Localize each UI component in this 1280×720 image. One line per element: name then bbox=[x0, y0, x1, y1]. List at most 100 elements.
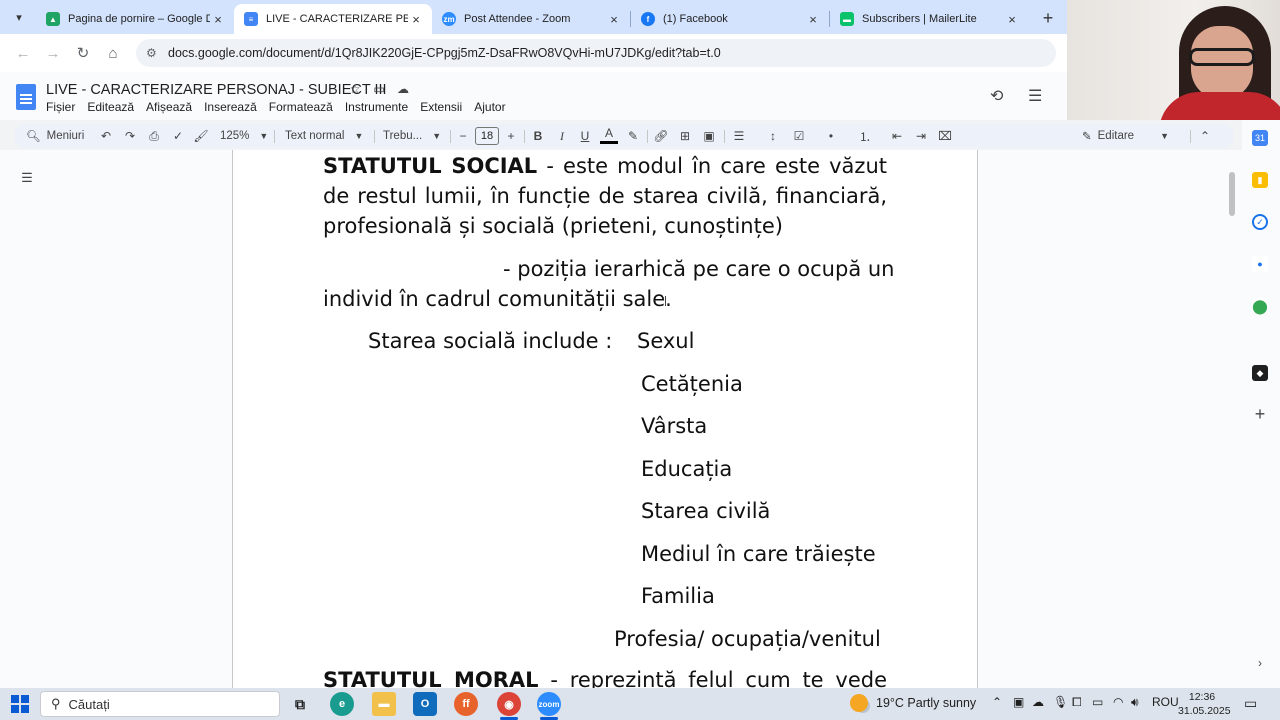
document-title[interactable]: LIVE - CARACTERIZARE PERSONAJ - SUBIECT … bbox=[46, 82, 387, 98]
taskbar-search-box[interactable]: ⚲ Căutați bbox=[40, 691, 280, 717]
battery-icon[interactable]: ▭ bbox=[1092, 695, 1103, 709]
tab-title: LIVE - CARACTERIZARE PERSON bbox=[266, 13, 408, 25]
clear-formatting-icon[interactable]: ⌧ bbox=[936, 124, 954, 148]
spellcheck-icon[interactable]: ✓ bbox=[169, 124, 187, 148]
reload-icon[interactable]: ↻ bbox=[68, 38, 98, 68]
paint-format-icon[interactable]: 🖌︎ bbox=[192, 124, 210, 148]
list-item: Profesia/ ocupația/venitul bbox=[614, 627, 881, 651]
star-icon[interactable]: ☆ bbox=[348, 82, 362, 96]
menu-format[interactable]: Formatează bbox=[269, 100, 333, 114]
comments-icon[interactable]: ☰ bbox=[1028, 86, 1042, 106]
tab-mailerlite[interactable]: ▬ Subscribers | MailerLite × bbox=[830, 4, 1028, 34]
align-icon[interactable]: ☰ bbox=[730, 124, 748, 148]
close-tab-icon[interactable]: × bbox=[805, 12, 821, 27]
increase-font-size-icon[interactable]: + bbox=[502, 124, 520, 148]
tab-google-drive[interactable]: ▲ Pagina de pornire – Google Dri × bbox=[36, 4, 234, 34]
screen-share-icon[interactable]: ⧠ bbox=[1072, 695, 1082, 710]
site-info-icon[interactable]: ⚙ bbox=[146, 46, 162, 60]
get-addons-icon[interactable]: + bbox=[1251, 404, 1269, 425]
paragraph-style-value: Text normal bbox=[285, 130, 345, 142]
notifications-icon[interactable]: ▭ bbox=[1244, 695, 1257, 712]
bulleted-list-icon[interactable]: • bbox=[822, 124, 840, 148]
home-icon[interactable]: ⌂ bbox=[98, 38, 128, 68]
google-docs-logo-icon[interactable] bbox=[16, 84, 36, 110]
menu-edit[interactable]: Editează bbox=[87, 100, 134, 114]
menu-extensions[interactable]: Extensii bbox=[420, 100, 462, 114]
show-side-panel-icon[interactable]: › bbox=[1251, 656, 1269, 670]
font-size-input[interactable]: 18 bbox=[475, 127, 499, 145]
close-tab-icon[interactable]: × bbox=[606, 12, 622, 27]
firefox-icon[interactable]: ff bbox=[454, 692, 478, 716]
tasks-icon[interactable]: ✓ bbox=[1252, 214, 1268, 230]
calendar-icon[interactable]: 31 bbox=[1252, 130, 1268, 146]
input-language[interactable]: ROU bbox=[1152, 695, 1179, 709]
onedrive-icon[interactable]: ☁ bbox=[1032, 695, 1044, 709]
file-explorer-icon[interactable]: ▬ bbox=[372, 692, 396, 716]
collapse-menus-icon[interactable]: ⌃ bbox=[1196, 124, 1214, 148]
decrease-font-size-icon[interactable]: − bbox=[454, 124, 472, 148]
menu-tools[interactable]: Instrumente bbox=[345, 100, 408, 114]
new-tab-button[interactable]: + bbox=[1034, 4, 1062, 32]
meet-icon[interactable]: ▣ bbox=[1013, 695, 1024, 709]
windows-start-icon[interactable] bbox=[11, 695, 29, 713]
menu-help[interactable]: Ajutor bbox=[474, 100, 505, 114]
close-tab-icon[interactable]: × bbox=[408, 12, 424, 27]
document-page[interactable]: STATUTUL SOCIAL - este modul în care est… bbox=[232, 150, 978, 688]
increase-indent-icon[interactable]: ⇥ bbox=[912, 124, 930, 148]
checklist-icon[interactable]: ☑ bbox=[790, 124, 808, 148]
zoom-app-icon[interactable]: zoom bbox=[537, 692, 561, 716]
menu-insert[interactable]: Inserează bbox=[204, 100, 257, 114]
editing-mode-select[interactable]: ✎ Editare ▼ bbox=[1082, 124, 1169, 148]
back-arrow-icon[interactable]: ← bbox=[8, 38, 38, 68]
italic-icon[interactable]: I bbox=[553, 124, 571, 148]
numbered-list-icon[interactable]: ⒈ bbox=[856, 124, 874, 148]
insert-image-icon[interactable]: ▣ bbox=[700, 124, 718, 148]
weather-widget[interactable]: 19°C Partly sunny bbox=[850, 694, 976, 712]
tab-facebook[interactable]: f (1) Facebook × bbox=[631, 4, 829, 34]
volume-icon[interactable]: 🔊︎ bbox=[1131, 695, 1139, 710]
menu-file[interactable]: Fișier bbox=[46, 100, 75, 114]
search-menus-button[interactable]: 🔍︎ Meniuri bbox=[26, 124, 84, 148]
wifi-icon[interactable]: ◠ bbox=[1113, 695, 1123, 709]
microphone-icon[interactable]: 🎙︎ bbox=[1053, 695, 1068, 709]
paragraph-style-select[interactable]: Text normal ▼ bbox=[285, 124, 363, 148]
zoom-select[interactable]: 125% ▼ bbox=[220, 124, 268, 148]
line-spacing-icon[interactable]: ↕ bbox=[764, 124, 782, 148]
tab-search-chevron-icon[interactable]: ▾ bbox=[8, 6, 30, 28]
cloud-status-icon[interactable]: ☁ bbox=[396, 82, 410, 96]
outline-icon[interactable]: ☰ bbox=[14, 167, 40, 189]
list-item: Familia bbox=[641, 584, 715, 608]
move-folder-icon[interactable]: ▭ bbox=[372, 82, 386, 96]
taskbar-clock[interactable]: 12:36 31.05.2025 bbox=[1178, 690, 1231, 718]
tab-zoom[interactable]: zm Post Attendee - Zoom × bbox=[432, 4, 630, 34]
addon-icon[interactable]: ◆ bbox=[1252, 365, 1268, 381]
close-tab-icon[interactable]: × bbox=[210, 12, 226, 27]
browser-tab-strip: ▾ ▲ Pagina de pornire – Google Dri × ≡ L… bbox=[0, 0, 1067, 34]
task-view-icon[interactable]: ⧉ bbox=[288, 692, 312, 716]
undo-icon[interactable]: ↶ bbox=[97, 124, 115, 148]
decrease-indent-icon[interactable]: ⇤ bbox=[888, 124, 906, 148]
keep-icon[interactable]: ▮ bbox=[1252, 172, 1268, 188]
underline-icon[interactable]: U bbox=[576, 124, 594, 148]
font-family-select[interactable]: Trebu... ▼ bbox=[383, 124, 441, 148]
highlight-color-icon[interactable]: ✎ bbox=[624, 124, 642, 148]
menu-view[interactable]: Afișează bbox=[146, 100, 192, 114]
maps-icon[interactable]: ⬤ bbox=[1252, 298, 1268, 314]
address-bar[interactable]: ⚙ docs.google.com/document/d/1Qr8JIK220G… bbox=[136, 39, 1056, 67]
vertical-scrollbar-thumb[interactable] bbox=[1229, 172, 1235, 216]
outlook-icon[interactable]: O bbox=[413, 692, 437, 716]
bold-icon[interactable]: B bbox=[529, 124, 547, 148]
redo-icon[interactable]: ↷ bbox=[121, 124, 139, 148]
forward-arrow-icon[interactable]: → bbox=[38, 38, 68, 68]
chrome-icon[interactable]: ◉ bbox=[497, 692, 521, 716]
insert-link-icon[interactable]: 🔗︎ bbox=[652, 124, 670, 148]
print-icon[interactable]: ⎙ bbox=[145, 124, 163, 148]
edge-icon[interactable]: e bbox=[330, 692, 354, 716]
version-history-icon[interactable]: ⟲ bbox=[990, 86, 1003, 106]
show-hidden-icons-chevron-icon[interactable]: ⌃ bbox=[992, 695, 1002, 709]
text-color-icon[interactable]: A bbox=[600, 124, 618, 144]
contacts-icon[interactable]: ● bbox=[1252, 256, 1268, 272]
add-comment-icon[interactable]: ⊞ bbox=[676, 124, 694, 148]
close-tab-icon[interactable]: × bbox=[1004, 12, 1020, 27]
tab-google-docs[interactable]: ≡ LIVE - CARACTERIZARE PERSON × bbox=[234, 4, 432, 34]
